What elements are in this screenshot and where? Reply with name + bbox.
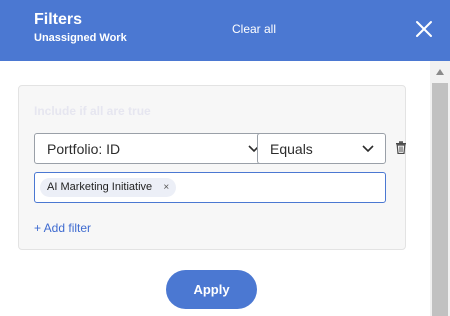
filter-group-panel: Include if all are true Portfolio: ID Eq… <box>18 85 406 250</box>
trash-icon[interactable] <box>395 141 407 154</box>
chevron-down-icon <box>362 145 374 153</box>
clear-all-button[interactable]: Clear all <box>232 22 276 36</box>
close-icon <box>416 21 432 37</box>
filter-operator-select[interactable]: Equals <box>257 133 386 164</box>
value-chip: AI Marketing Initiative × <box>40 178 177 197</box>
value-chip-label: AI Marketing Initiative <box>47 181 153 193</box>
remove-chip-icon[interactable]: × <box>163 178 169 197</box>
filter-operator-value: Equals <box>270 141 313 157</box>
scroll-up-arrow-icon[interactable] <box>435 68 445 76</box>
filter-field-select[interactable]: Portfolio: ID <box>34 133 272 164</box>
filters-header: Filters Unassigned Work Clear all <box>0 0 450 61</box>
match-condition-label: Include if all are true <box>34 104 151 118</box>
panel-title: Filters <box>34 11 83 28</box>
filter-value-input[interactable]: AI Marketing Initiative × <box>34 172 386 203</box>
add-filter-button[interactable]: + Add filter <box>34 221 91 235</box>
close-button[interactable] <box>411 16 437 42</box>
scroll-thumb[interactable] <box>432 83 448 316</box>
panel-subtitle: Unassigned Work <box>34 32 127 44</box>
vertical-scrollbar[interactable] <box>430 61 450 316</box>
filters-body: Include if all are true Portfolio: ID Eq… <box>0 61 430 316</box>
filter-field-value: Portfolio: ID <box>47 141 121 157</box>
apply-button[interactable]: Apply <box>166 270 257 309</box>
